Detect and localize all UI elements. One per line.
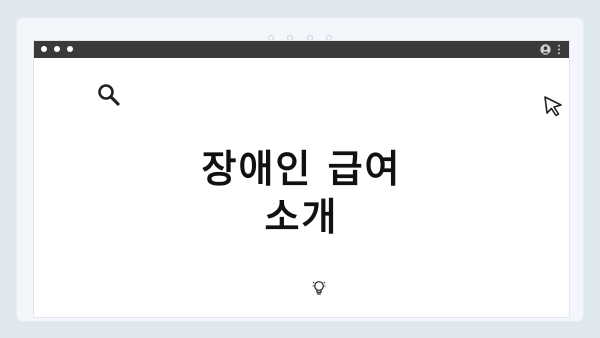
window-dot-2[interactable]	[54, 46, 61, 52]
slide-frame: 장애인 급여 소개	[17, 18, 583, 321]
user-icon[interactable]	[540, 44, 551, 55]
slide-title: 장애인 급여 소개	[34, 145, 569, 241]
slide-title-line-2: 소개	[264, 195, 339, 239]
browser-window: 장애인 급여 소개	[33, 40, 570, 318]
slide-title-line-1: 장애인 급여	[201, 147, 402, 191]
window-controls	[41, 46, 75, 53]
search-icon	[98, 84, 120, 106]
window-dot-3[interactable]	[67, 46, 74, 52]
lightbulb-icon	[312, 281, 326, 295]
cursor-arrow-icon	[544, 96, 562, 117]
window-dot-1[interactable]	[41, 46, 47, 52]
browser-titlebar	[34, 41, 569, 58]
browser-content: 장애인 급여 소개	[34, 58, 569, 317]
kebab-menu-icon[interactable]	[557, 44, 561, 55]
